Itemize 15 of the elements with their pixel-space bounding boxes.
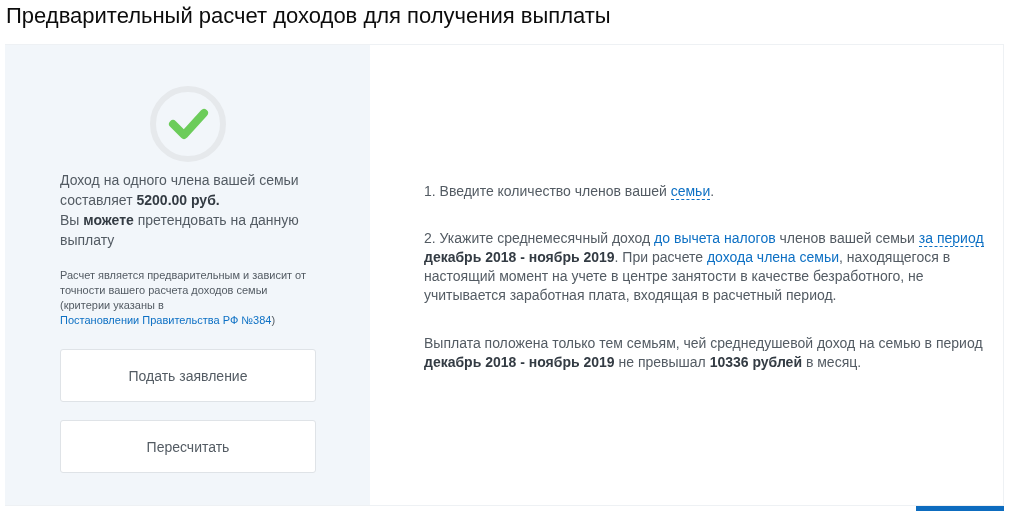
eligibility-text: Вы можете претендовать на данную выплату xyxy=(60,211,300,250)
instruction-text: 2. Укажите среднемесячный доход до вычета налогов членов вашей семьи за период декабрь 2018 - ноябрь 2019. При расчете дохода члена семьи, находящегося в настоящий момент на учете в центре занятости в качестве безработного, не учитывается заработная плата, входящая в расчетный период. xyxy=(424,229,985,305)
link[interactable]: Постановлении xyxy=(60,314,143,326)
link[interactable]: дохода члена семьи xyxy=(706,249,840,265)
link[interactable]: до вычета налогов xyxy=(654,230,776,246)
link[interactable]: за период xyxy=(918,230,984,247)
income-text: Доход на одного члена вашей семьи составляет 5200.00 руб. xyxy=(60,171,300,210)
action-button[interactable]: Пересчитать xyxy=(60,420,316,473)
link[interactable]: Правительства РФ №384 xyxy=(142,314,272,326)
instruction-text: 1. Введите количество членов вашей семьи. xyxy=(424,182,716,201)
note-text: Расчет является предварительным и зависит от точности вашего расчета доходов семьи (критерии указаны в Постановлении Правительства РФ №384) xyxy=(60,268,308,328)
button[interactable] xyxy=(916,506,1004,511)
action-button[interactable]: Подать заявление xyxy=(60,349,316,402)
instruction-text: Выплата положена только тем семьям, чей среднедушевой доход на семью в период декабрь 2018 - ноябрь 2019 не превышал 10336 рублей в месяц. xyxy=(424,334,984,372)
page-title: Предварительный расчет доходов для получения выплаты xyxy=(5,2,612,30)
